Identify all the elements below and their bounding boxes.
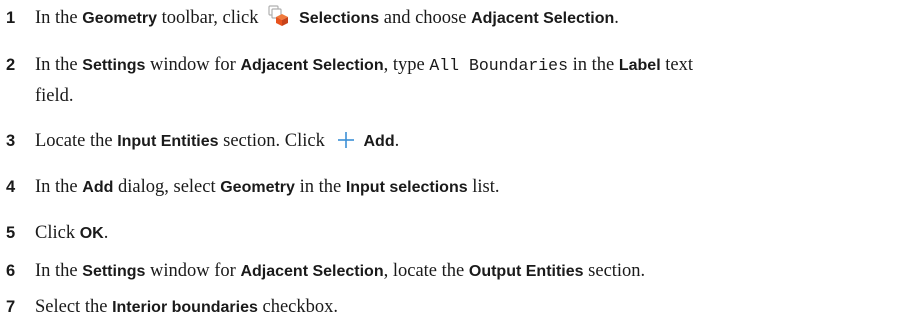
dialog-name: Add: [82, 179, 114, 196]
step-text: In the: [35, 8, 83, 28]
step-text: in the: [294, 177, 346, 197]
plus-icon: [336, 130, 356, 160]
step-text: section. Click: [218, 131, 330, 151]
node-name: Adjacent Selection: [240, 57, 384, 74]
selections-icon: [267, 5, 289, 37]
step-text: section.: [583, 261, 646, 281]
step-4: 4 In the Add dialog, select Geometry in …: [0, 172, 895, 203]
window-name: Settings: [82, 57, 146, 74]
selections-button-label: Selections: [299, 10, 380, 27]
step-text: text: [660, 55, 694, 75]
step-text: checkbox.: [257, 297, 338, 317]
step-3: 3 Locate the Input Entities section. Cli…: [0, 126, 895, 160]
step-text: In the: [35, 177, 83, 197]
step-text: In the: [35, 55, 83, 75]
section-name: Output Entities: [468, 263, 584, 280]
step-text: toolbar, click: [156, 8, 264, 28]
window-name: Settings: [82, 263, 146, 280]
step-number: 6: [6, 262, 16, 280]
checkbox-name: Interior boundaries: [112, 299, 258, 316]
menu-choice: Adjacent Selection: [471, 10, 615, 27]
step-2: 2 In the Settings window for Adjacent Se…: [0, 50, 895, 111]
step-6: 6 In the Settings window for Adjacent Se…: [0, 256, 895, 287]
step-text: .: [394, 131, 400, 151]
step-number: 7: [6, 298, 16, 316]
step-number: 2: [6, 56, 16, 74]
list-item-name: Geometry: [220, 179, 295, 196]
step-text: dialog, select: [113, 177, 221, 197]
step-text: list.: [467, 177, 500, 197]
step-text: .: [614, 8, 619, 28]
step-text: Select the: [35, 297, 113, 317]
field-name: Label: [618, 57, 661, 74]
step-1: 1 In the Geometry toolbar, click Selecti…: [0, 3, 895, 37]
step-text: window for: [145, 261, 241, 281]
step-number: 3: [6, 132, 16, 150]
step-text: In the: [35, 261, 83, 281]
ok-button-label: OK: [79, 225, 104, 242]
step-7: 7 Select the Interior boundaries checkbo…: [0, 292, 895, 323]
step-number: 1: [6, 9, 16, 27]
step-text: and choose: [379, 8, 472, 28]
step-text: .: [103, 223, 109, 243]
step-5: 5 Click OK.: [0, 218, 895, 249]
node-name: Adjacent Selection: [240, 263, 384, 280]
step-text: in the: [567, 55, 619, 75]
step-text: , locate the: [383, 261, 469, 281]
step-number: 5: [6, 224, 16, 242]
toolbar-name: Geometry: [82, 10, 157, 27]
section-name: Input Entities: [117, 133, 219, 150]
step-text: field.: [35, 86, 74, 106]
step-number: 4: [6, 178, 16, 196]
step-text: , type: [383, 55, 430, 75]
add-button-label: Add: [363, 133, 395, 150]
list-name: Input selections: [345, 179, 468, 196]
step-text: window for: [145, 55, 241, 75]
step-text: Locate the: [35, 131, 118, 151]
step-text: Click: [35, 223, 80, 243]
typed-value: All Boundaries: [429, 56, 568, 75]
